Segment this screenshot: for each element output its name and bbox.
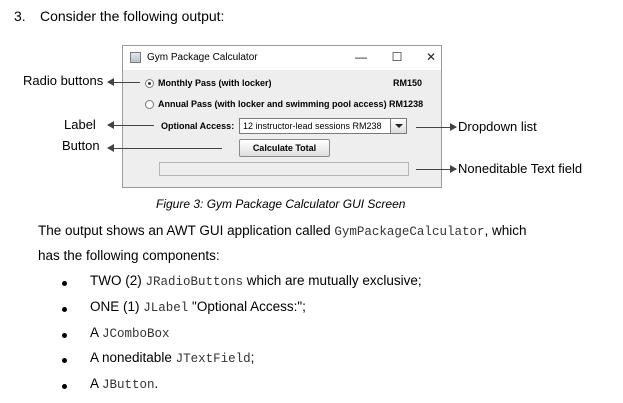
radio-annual-pass[interactable]: Annual Pass (with locker and swimming po…: [145, 97, 423, 111]
list-item-text: A: [90, 376, 103, 391]
question-number: 3.: [14, 8, 26, 24]
java-app-icon: [130, 52, 141, 63]
bullet-dot: [62, 281, 67, 286]
list-item-text: which are mutually exclusive;: [243, 273, 422, 288]
list-item-text: .: [154, 376, 159, 391]
list-item-text: A: [90, 325, 103, 340]
window-title: Gym Package Calculator: [147, 52, 258, 63]
bullet-dot: [62, 333, 67, 338]
list-item-code: JLabel: [143, 301, 189, 315]
arrow-dropdown: [416, 123, 457, 131]
paragraph-text-end: , which: [484, 223, 527, 238]
figure-caption: Figure 3: Gym Package Calculator GUI Scr…: [156, 197, 406, 211]
list-item: ONE (1) JLabel "Optional Access:";: [90, 299, 306, 315]
list-item-code: JButton: [102, 378, 155, 392]
annotation-label: Label: [64, 117, 96, 132]
monthly-price: RM150: [393, 78, 423, 88]
radio-monthly-label: Monthly Pass (with locker): [158, 78, 272, 88]
list-item: A noneditable JTextField;: [90, 350, 254, 366]
radio-monthly-pass[interactable]: Monthly Pass (with locker): [145, 76, 272, 90]
annotation-dropdown: Dropdown list: [458, 119, 537, 134]
annotation-textfield: Noneditable Text field: [458, 161, 583, 176]
maximize-icon[interactable]: ☐: [387, 49, 407, 65]
annotation-radio-buttons: Radio buttons: [23, 73, 104, 88]
optional-access-combobox[interactable]: 12 instructor-lead sessions RM238: [239, 118, 407, 134]
list-item-text: ;: [250, 350, 255, 365]
minimize-icon[interactable]: —: [351, 49, 371, 65]
close-icon[interactable]: ✕: [421, 49, 441, 65]
list-item-text: ONE (1): [90, 299, 144, 314]
list-item: TWO (2) JRadioButtons which are mutually…: [90, 273, 422, 289]
radio-annual-label: Annual Pass (with locker and swimming po…: [158, 99, 424, 109]
calculate-total-button[interactable]: Calculate Total: [239, 139, 330, 157]
annotation-button: Button: [62, 138, 100, 153]
title-bar: Gym Package Calculator — ☐ ✕: [123, 46, 441, 70]
arrow-button: [107, 144, 222, 152]
optional-access-label: Optional Access:: [161, 121, 235, 131]
paragraph-code: GymPackageCalculator: [334, 225, 485, 239]
bullet-dot: [62, 307, 67, 312]
bullet-dot: [62, 358, 67, 363]
list-item-text: A noneditable: [90, 350, 176, 365]
combobox-value: 12 instructor-lead sessions RM238: [243, 121, 382, 131]
radio-unselected-icon[interactable]: [145, 99, 154, 109]
paragraph-line-2: has the following components:: [38, 248, 220, 263]
gym-calculator-window: Gym Package Calculator — ☐ ✕ Monthly Pas…: [122, 45, 442, 188]
bullet-dot: [62, 384, 67, 389]
list-item-text: "Optional Access:";: [188, 299, 306, 314]
list-item-code: JRadioButtons: [145, 275, 244, 289]
list-item-code: JTextField: [175, 352, 251, 366]
question-text: Consider the following output:: [40, 8, 225, 24]
radio-selected-icon[interactable]: [145, 78, 154, 88]
paragraph-line-1: The output shows an AWT GUI application …: [38, 223, 526, 240]
arrow-label: [107, 121, 154, 129]
chevron-down-icon[interactable]: [390, 119, 406, 133]
list-item-text: TWO (2): [90, 273, 146, 288]
question-heading: 3. Consider the following output:: [14, 8, 224, 24]
paragraph-text: The output shows an AWT GUI application …: [38, 223, 335, 238]
list-item-code: JComboBox: [102, 327, 170, 341]
list-item: A JComboBox: [90, 325, 170, 341]
arrow-textfield: [416, 165, 457, 173]
total-text-field: [159, 162, 409, 176]
arrow-radio-buttons: [107, 78, 140, 86]
list-item: A JButton.: [90, 376, 158, 392]
